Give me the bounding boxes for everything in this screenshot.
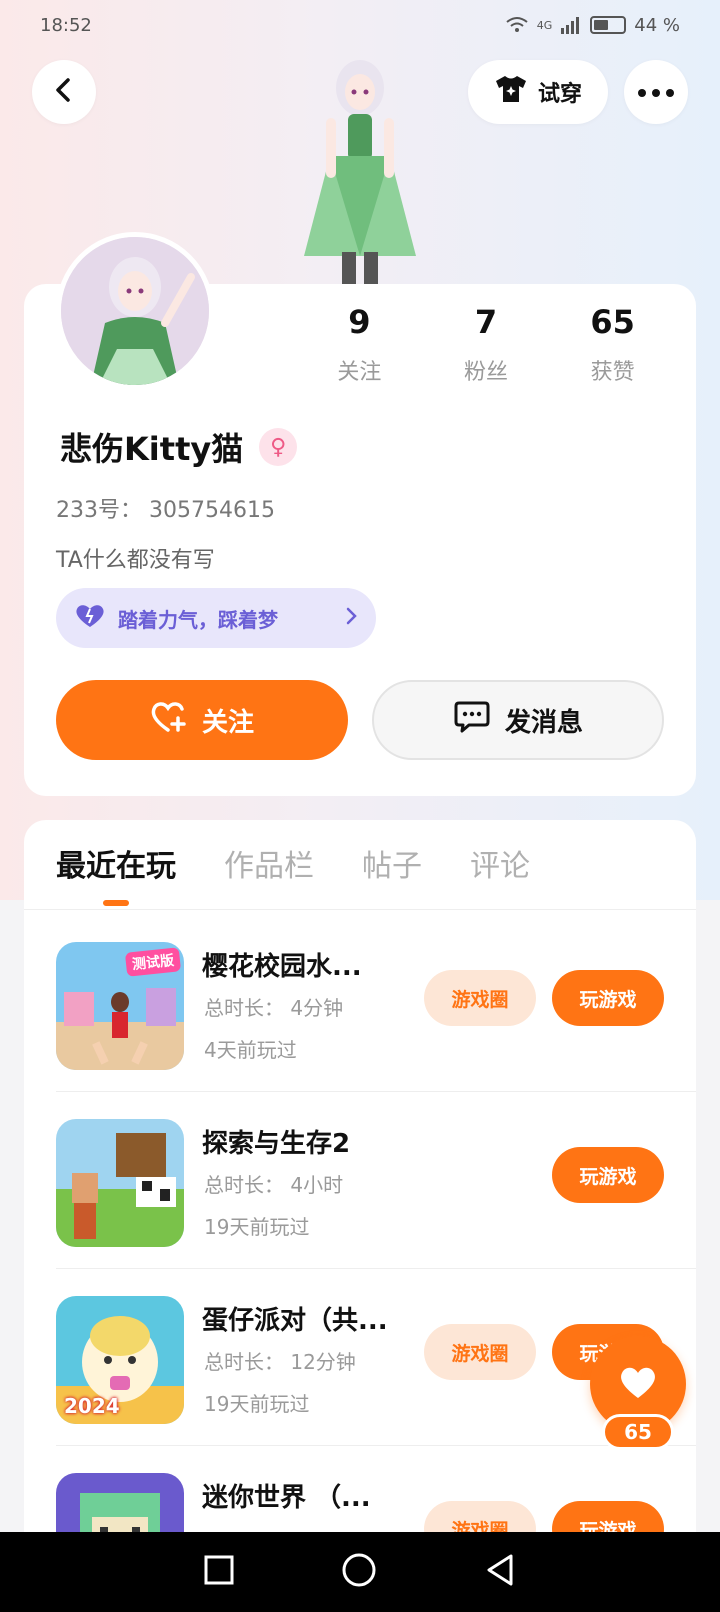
network-label: 4G (536, 18, 553, 32)
tab-works[interactable]: 作品栏 (224, 842, 314, 892)
user-avatar[interactable] (56, 232, 214, 390)
more-options-button[interactable] (624, 60, 688, 124)
game-name: 樱花校园水... (202, 952, 362, 982)
game-name: 蛋仔派对（共... (202, 1306, 388, 1336)
triangle-back-icon[interactable] (483, 1553, 517, 1591)
game-duration: 总时长： 4分钟 (204, 996, 344, 1020)
like-count-badge: 65 (602, 1414, 674, 1450)
game-row[interactable]: 探索与生存2 总时长： 4小时 19天前玩过 玩游戏 (24, 1087, 696, 1263)
chevron-right-icon (346, 606, 358, 631)
avatar-character-figure (290, 52, 430, 284)
square-icon[interactable] (203, 1554, 235, 1590)
female-gender-icon: ♀ (259, 428, 298, 466)
game-thumbnail: 测试版 (56, 942, 184, 1070)
chevron-left-icon (51, 77, 77, 107)
stat-fans-label: 粉丝 (464, 360, 509, 385)
play-game-button[interactable]: 玩游戏 (552, 1147, 664, 1203)
game-circle-button[interactable]: 游戏圈 (424, 970, 536, 1026)
game-thumbnail (56, 1119, 184, 1247)
game-last-played: 19天前玩过 (204, 1392, 310, 1416)
follow-button[interactable]: 关注 (56, 680, 348, 760)
battery-percent: 44 % (634, 14, 680, 36)
chat-bubble-icon (453, 700, 491, 741)
game-duration: 总时长： 12分钟 (204, 1350, 356, 1374)
stat-following-label: 关注 (337, 360, 382, 385)
tab-posts[interactable]: 帖子 (362, 842, 422, 892)
back-button[interactable] (32, 60, 96, 124)
heart-plus-icon (150, 700, 188, 741)
more-dots-icon (637, 83, 675, 102)
motto-text: 踏着力气，踩着梦 (118, 607, 278, 632)
game-row[interactable]: 测试版 樱花校园水... 总时长： 4分钟 4天前玩过 游戏圈 玩游戏 (24, 910, 696, 1086)
try-on-button[interactable]: 试穿 (468, 60, 608, 124)
tab-recently-played[interactable]: 最近在玩 (56, 842, 176, 892)
stat-following[interactable]: 9 关注 (296, 300, 423, 386)
tshirt-icon (494, 74, 528, 110)
stat-likes[interactable]: 65 获赞 (549, 300, 676, 386)
game-duration: 总时长： 4小时 (204, 1173, 344, 1197)
profile-stats: 9 关注 7 粉丝 65 获赞 (296, 300, 676, 386)
system-navigation-bar (0, 1532, 720, 1612)
wifi-icon (505, 16, 529, 34)
username: 悲伤Kitty猫 (60, 430, 244, 468)
stat-fans-count: 7 (474, 303, 498, 341)
motto-pill[interactable]: 踏着力气，踩着梦 (56, 588, 376, 648)
heart-icon (74, 603, 106, 634)
game-thumbnail: 2024 (56, 1296, 184, 1424)
user-bio: TA什么都没有写 (56, 548, 215, 573)
heart-icon (618, 1364, 658, 1404)
signal-icon (560, 16, 582, 34)
stat-likes-label: 获赞 (590, 360, 635, 385)
tab-comments[interactable]: 评论 (470, 842, 530, 892)
username-row: 悲伤Kitty猫 ♀ (60, 424, 298, 470)
stat-likes-count: 65 (590, 303, 635, 341)
game-name: 迷你世界 （... (202, 1483, 371, 1513)
circle-icon[interactable] (341, 1552, 377, 1592)
game-last-played: 19天前玩过 (204, 1215, 310, 1239)
status-time: 18:52 (40, 14, 92, 36)
game-name: 探索与生存2 (202, 1129, 351, 1159)
stat-following-count: 9 (348, 303, 371, 341)
battery-icon (590, 16, 627, 34)
game-row[interactable]: 2024 蛋仔派对（共... 总时长： 12分钟 19天前玩过 游戏圈 玩游戏 (24, 1264, 696, 1440)
game-circle-button[interactable]: 游戏圈 (424, 1324, 536, 1380)
send-message-label: 发消息 (504, 707, 583, 738)
send-message-button[interactable]: 发消息 (372, 680, 664, 760)
stat-fans[interactable]: 7 粉丝 (423, 300, 550, 386)
user-id: 233号： 305754615 (56, 498, 275, 523)
status-icons: 4G 44 % (505, 15, 680, 36)
play-game-button[interactable]: 玩游戏 (552, 970, 664, 1026)
status-bar: 18:52 4G 44 % (0, 0, 720, 50)
try-on-label: 试穿 (537, 82, 582, 107)
profile-tabs: 最近在玩 作品栏 帖子 评论 (56, 842, 530, 892)
follow-label: 关注 (201, 707, 254, 738)
game-last-played: 4天前玩过 (204, 1038, 297, 1062)
year-badge: 2024 (64, 1394, 120, 1418)
